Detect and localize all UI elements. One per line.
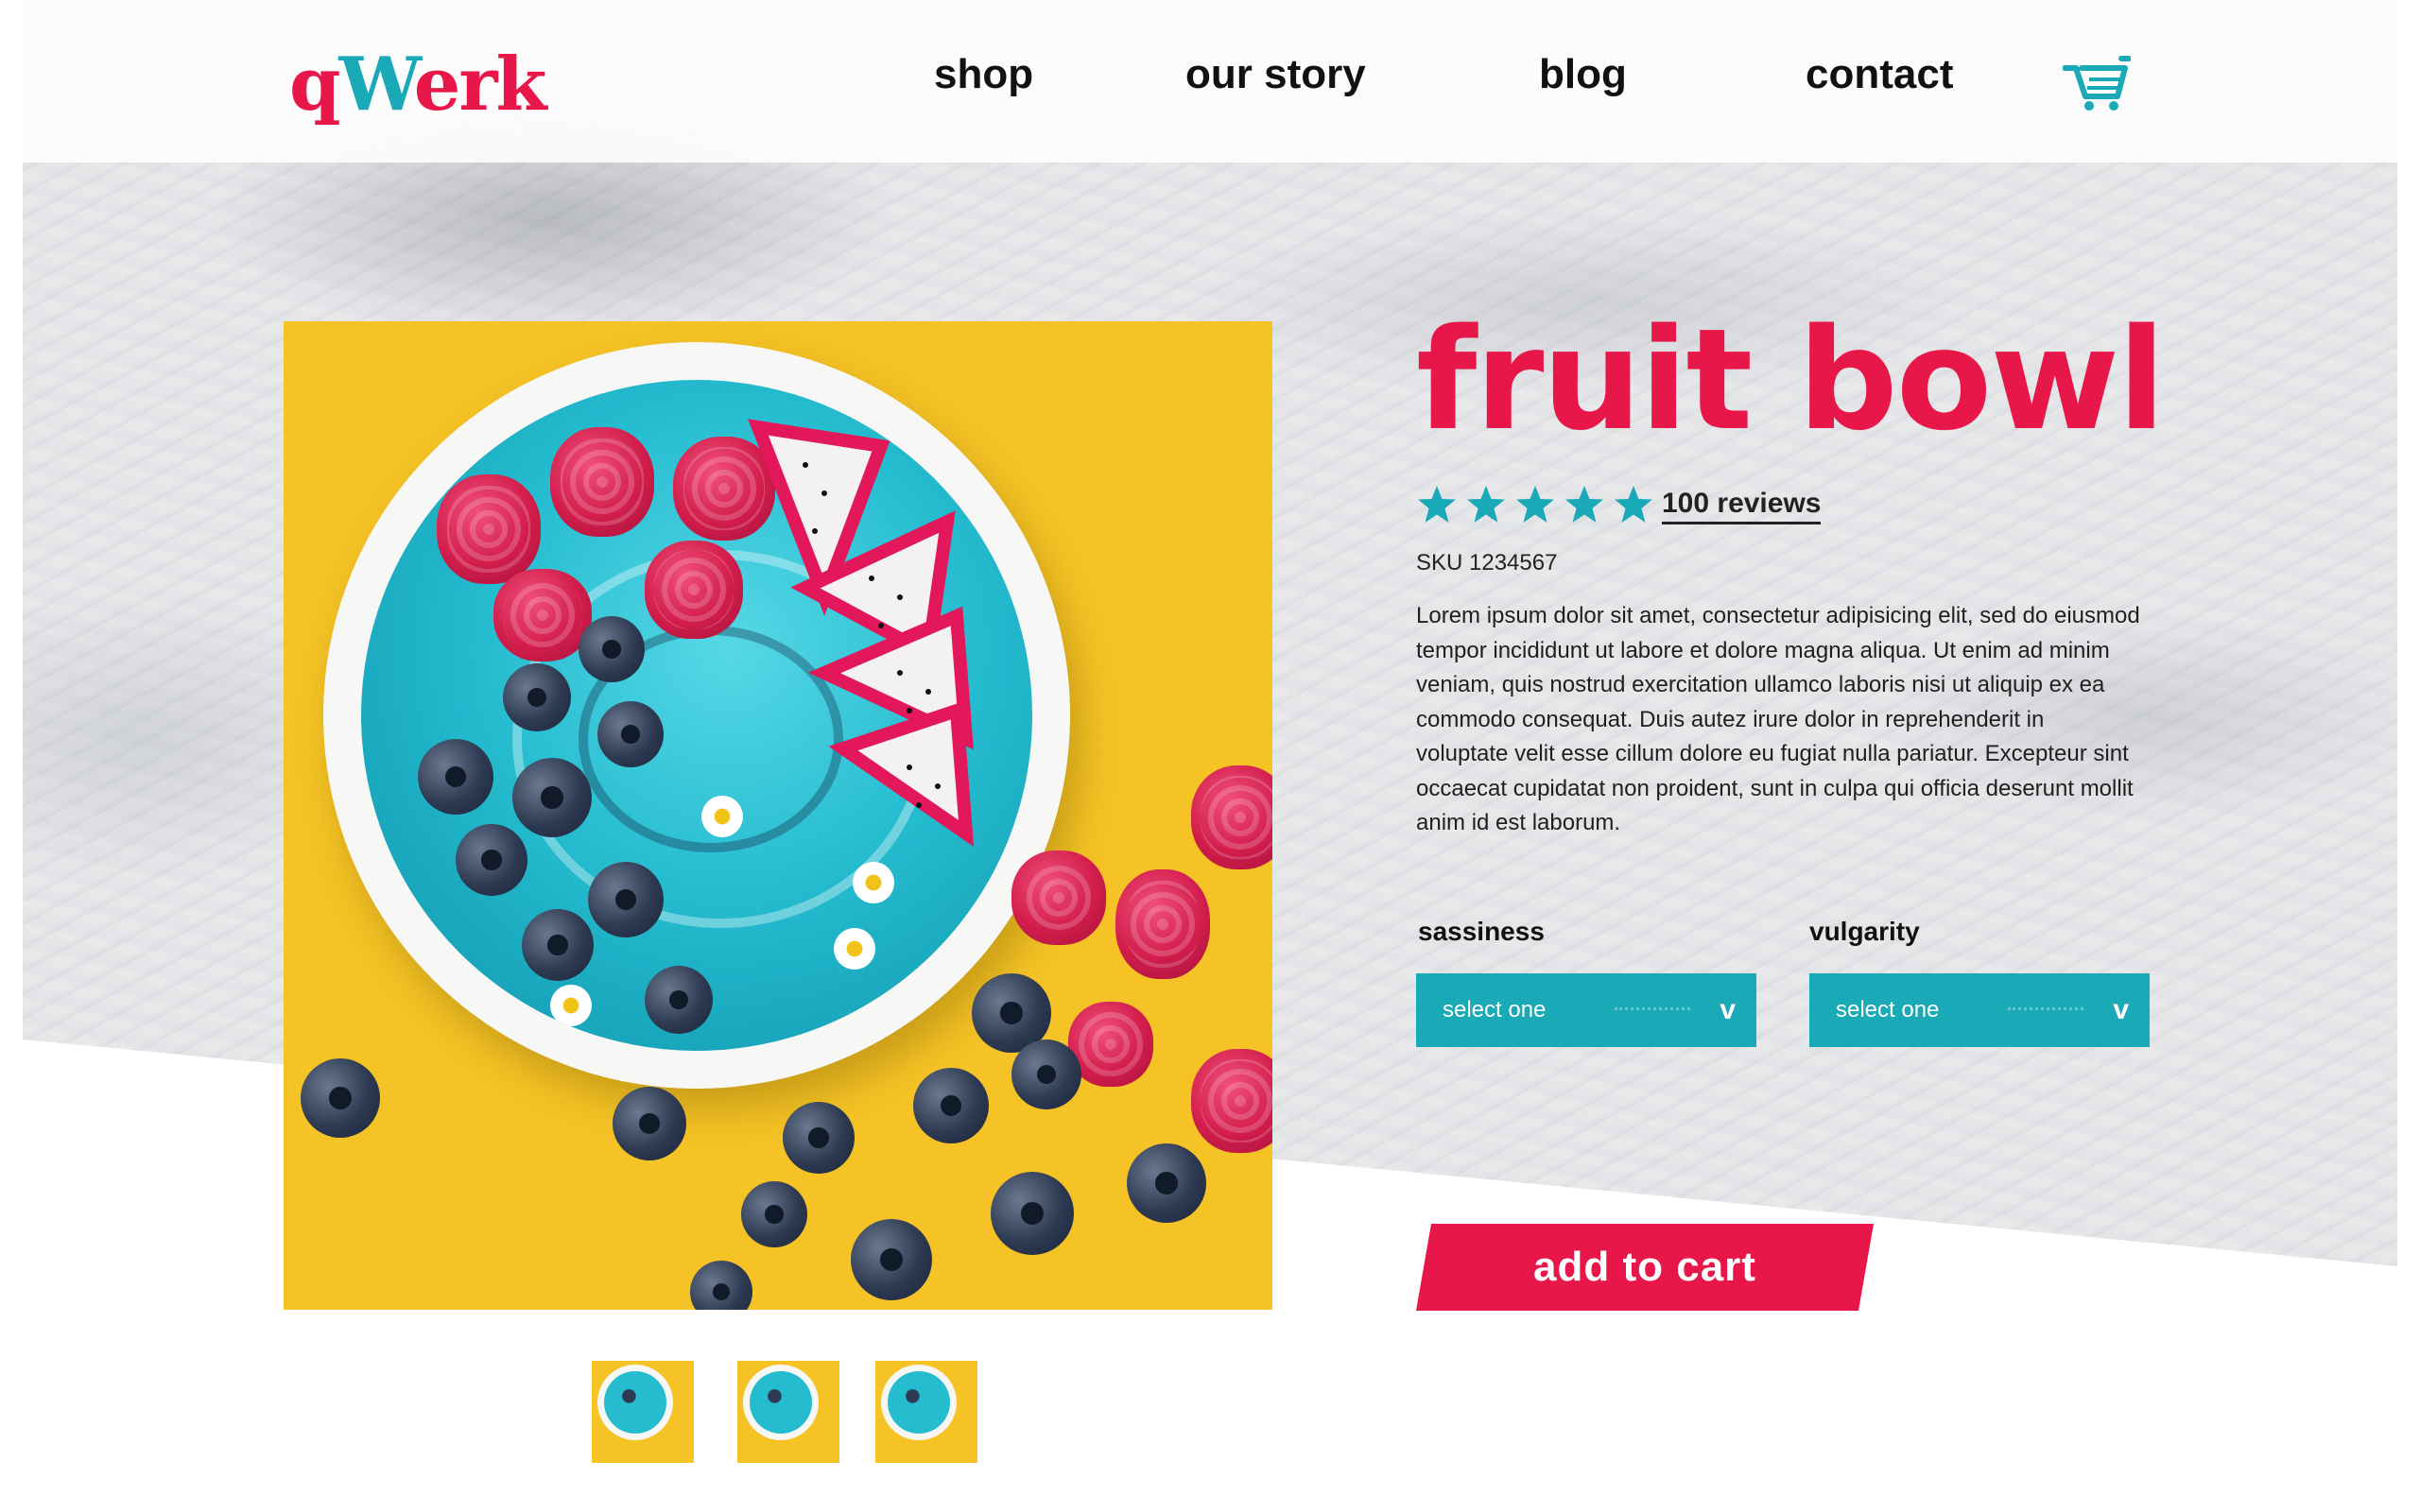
sassiness-select[interactable]: select one v: [1416, 973, 1756, 1047]
nav-blog[interactable]: blog: [1539, 51, 1627, 98]
nav-shop[interactable]: shop: [934, 51, 1033, 98]
product-sku: SKU 1234567: [1416, 550, 1558, 576]
vulgarity-select-value: select one: [1836, 997, 1940, 1022]
logo-letter-q: q: [289, 42, 341, 128]
star-icon: [1516, 486, 1554, 523]
sassiness-select-value: select one: [1443, 997, 1547, 1022]
option-label-vulgarity: vulgarity: [1809, 917, 1920, 946]
select-divider: [2008, 1007, 2083, 1010]
star-icon: [1615, 486, 1652, 523]
logo-letter-w: W: [338, 42, 416, 128]
vulgarity-select[interactable]: select one v: [1809, 973, 2150, 1047]
product-title: fruit bowl: [1416, 299, 2166, 461]
logo-letters: erk: [413, 42, 547, 128]
thumbnail-3[interactable]: [875, 1361, 977, 1463]
chevron-down-icon: v: [2113, 994, 2129, 1025]
product-description: Lorem ipsum dolor sit amet, consectetur …: [1416, 603, 2140, 835]
select-divider: [1615, 1007, 1690, 1010]
site-header: qWerk shop our story blog contact: [23, 0, 2397, 163]
brand-logo[interactable]: qWerk: [289, 42, 547, 128]
option-label-sassiness: sassiness: [1418, 917, 1545, 946]
thumbnail-2[interactable]: [737, 1361, 839, 1463]
star-icon: [1467, 486, 1505, 523]
product-image: [284, 321, 1272, 1310]
shopping-cart-icon[interactable]: [2063, 55, 2131, 112]
smoothie: [361, 380, 1032, 1051]
thumbnail-1[interactable]: [592, 1361, 694, 1463]
rating-stars: [1416, 484, 1662, 530]
reviews-link[interactable]: 100 reviews: [1662, 488, 1822, 524]
add-to-cart-button[interactable]: add to cart: [1416, 1224, 1874, 1311]
bowl: [323, 342, 1070, 1089]
nav-contact[interactable]: contact: [1806, 51, 1953, 98]
star-icon: [1565, 486, 1603, 523]
star-icon: [1418, 486, 1456, 523]
nav-our-story[interactable]: our story: [1185, 51, 1366, 98]
chevron-down-icon: v: [1720, 994, 1736, 1025]
product-page: qWerk shop our story blog contact fruit …: [23, 0, 2397, 1512]
